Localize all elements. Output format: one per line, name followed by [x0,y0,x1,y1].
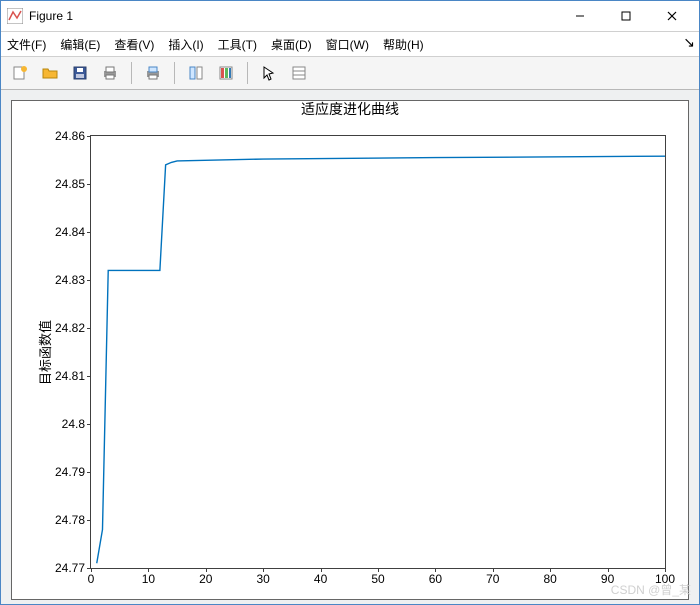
menu-edit[interactable]: 编辑(E) [60,36,100,53]
maximize-button[interactable] [603,1,649,31]
new-figure-icon [12,65,28,81]
menu-overflow-icon[interactable]: ↘ [683,34,695,51]
print-preview-icon [145,65,161,81]
plot-container: 适应度进化曲线 目标函数值 24.7724.7824.7924.824.8124… [1,90,699,604]
open-button[interactable] [37,60,63,86]
chart-title: 适应度进化曲线 [12,99,688,119]
y-tick-label: 24.79 [55,465,91,479]
y-tick-label: 24.84 [55,225,91,239]
menubar: 文件(F) 编辑(E) 查看(V) 插入(I) 工具(T) 桌面(D) 窗口(W… [1,32,699,57]
titlebar: Figure 1 [1,1,699,32]
open-icon [42,65,58,81]
ylabel-wrap: 目标函数值 [34,135,54,569]
y-tick-label: 24.77 [55,561,91,575]
print-icon [102,65,118,81]
axes[interactable]: 24.7724.7824.7924.824.8124.8224.8324.842… [90,135,666,569]
menu-view[interactable]: 查看(V) [114,36,154,53]
toolbar-separator [247,62,248,84]
toolbar-separator [131,62,132,84]
link-button[interactable] [183,60,209,86]
minimize-button[interactable] [557,1,603,31]
matlab-figure-icon [7,8,23,24]
colorbar-icon [218,65,234,81]
print-preview-button[interactable] [140,60,166,86]
y-tick-label: 24.78 [55,513,91,527]
pointer-button[interactable] [256,60,282,86]
toolbar [1,57,699,90]
save-button[interactable] [67,60,93,86]
menu-file[interactable]: 文件(F) [7,36,46,53]
y-tick-label: 24.86 [55,129,91,143]
inspect-icon [291,65,307,81]
print-button[interactable] [97,60,123,86]
colorbar-button[interactable] [213,60,239,86]
pointer-icon [261,65,277,81]
inspect-button[interactable] [286,60,312,86]
menu-window[interactable]: 窗口(W) [326,36,369,53]
toolbar-separator [174,62,175,84]
menu-insert[interactable]: 插入(I) [168,36,203,53]
plot-frame: 适应度进化曲线 目标函数值 24.7724.7824.7924.824.8124… [11,100,689,600]
link-icon [188,65,204,81]
window-title: Figure 1 [29,9,73,23]
axes-wrap: 目标函数值 24.7724.7824.7924.824.8124.8224.83… [90,135,666,569]
y-axis-label: 目标函数值 [35,319,54,384]
chart-line [91,136,665,568]
menu-tools[interactable]: 工具(T) [218,36,257,53]
save-icon [72,65,88,81]
menu-desktop[interactable]: 桌面(D) [271,36,312,53]
new-figure-button[interactable] [7,60,33,86]
y-tick-label: 24.85 [55,177,91,191]
y-tick-label: 24.83 [55,273,91,287]
y-tick-label: 24.82 [55,321,91,335]
y-tick-label: 24.81 [55,369,91,383]
close-button[interactable] [649,1,695,31]
menu-help[interactable]: 帮助(H) [383,36,424,53]
